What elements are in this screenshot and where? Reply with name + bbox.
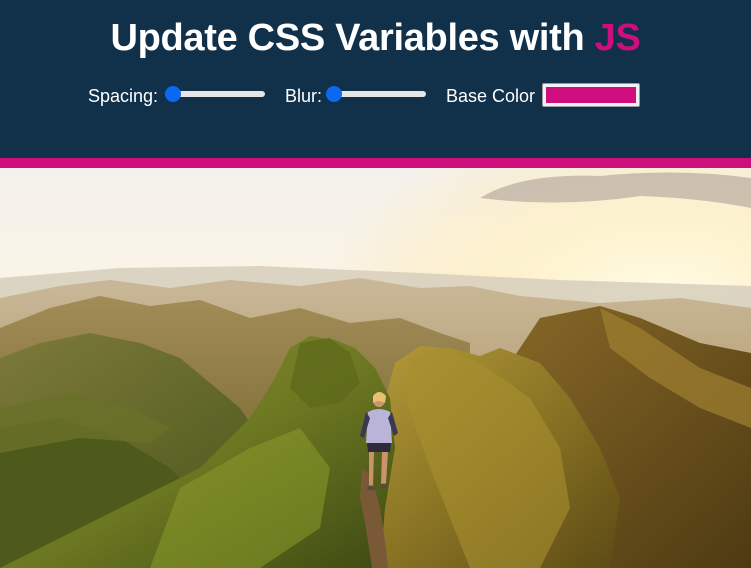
controls: Spacing: Blur: Base Color bbox=[0, 80, 751, 110]
spacing-slider-thumb[interactable] bbox=[165, 86, 181, 102]
spacing-slider[interactable] bbox=[165, 86, 265, 102]
page-title: Update CSS Variables with JS bbox=[0, 14, 751, 62]
title-text: Update CSS Variables with bbox=[110, 17, 595, 59]
header: Update CSS Variables with JS Spacing: Bl… bbox=[0, 0, 751, 158]
blur-slider[interactable] bbox=[326, 86, 426, 102]
base-color-fill bbox=[546, 87, 636, 103]
mountain-photo bbox=[0, 168, 751, 568]
title-highlight: JS bbox=[594, 17, 641, 59]
hero-image bbox=[0, 158, 751, 568]
blur-slider-thumb[interactable] bbox=[326, 86, 342, 102]
base-color-label: Base Color bbox=[446, 86, 536, 106]
base-color-picker[interactable] bbox=[542, 83, 640, 107]
spacing-label: Spacing: bbox=[88, 86, 159, 106]
blur-label: Blur: bbox=[285, 86, 323, 106]
